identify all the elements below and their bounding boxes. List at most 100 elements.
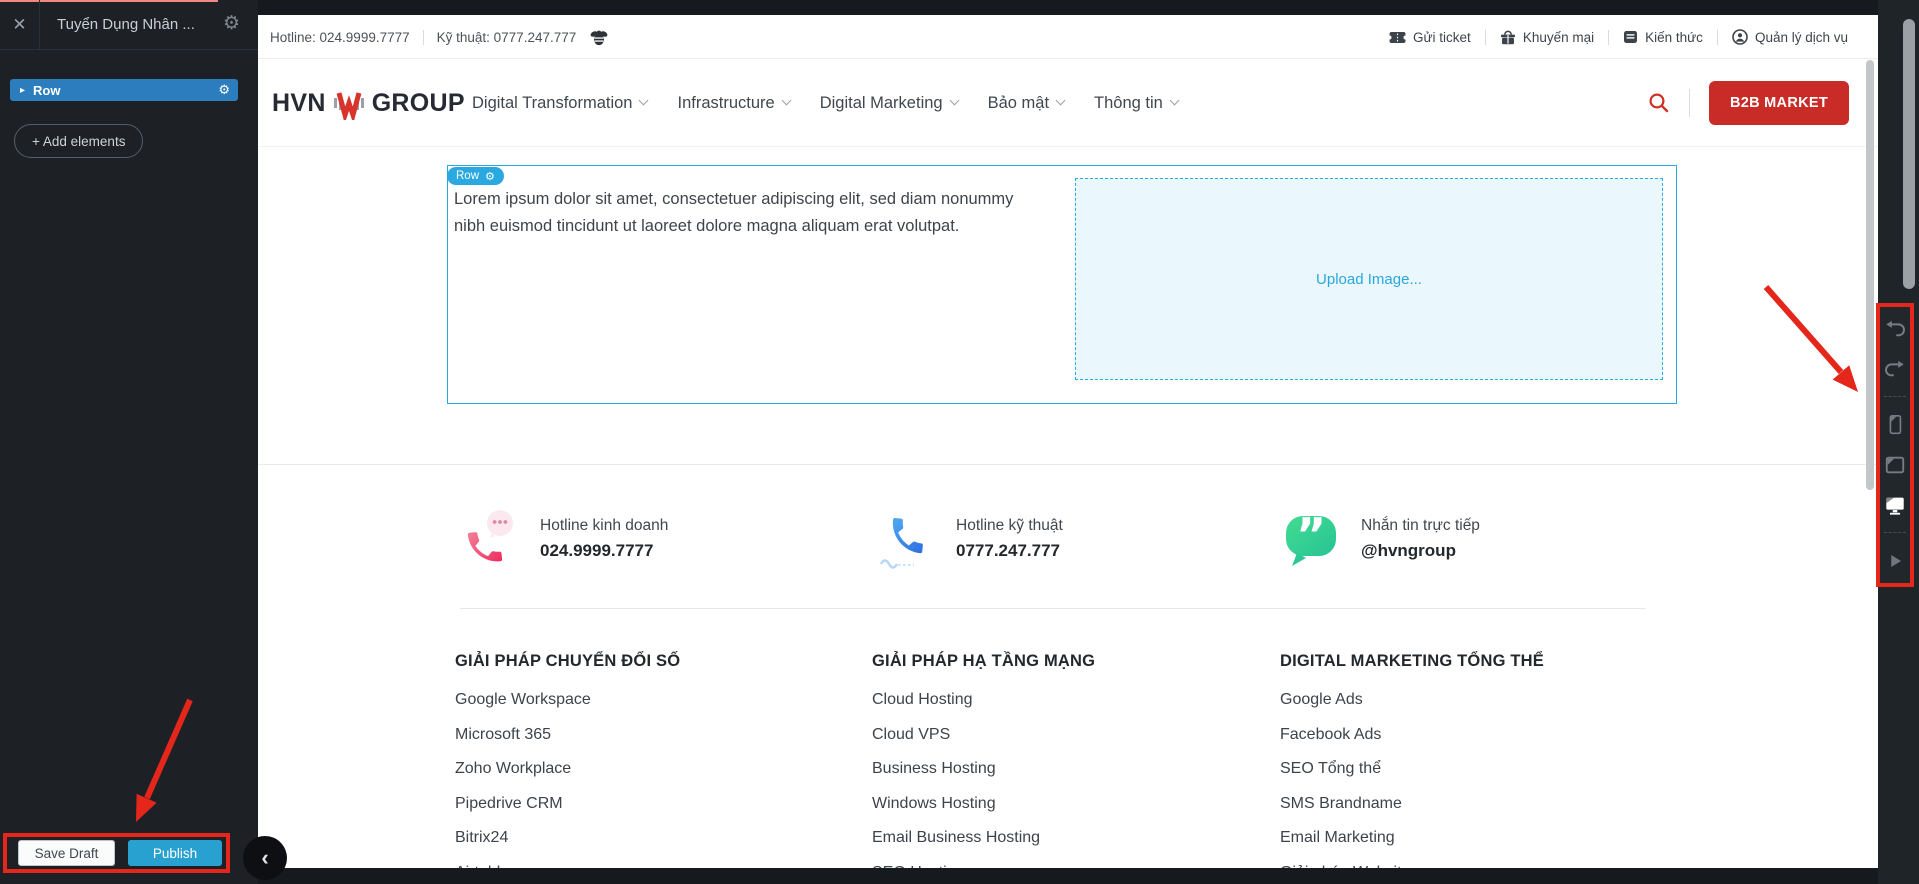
menu-label: Bảo mật xyxy=(987,93,1050,112)
footer-link[interactable]: Microsoft 365 xyxy=(455,726,680,761)
logo-text-group: GROUP xyxy=(371,88,465,117)
chevron-down-icon xyxy=(1169,95,1180,106)
contact-hotline-technical[interactable]: Hotline kỹ thuật 0777.247.777 xyxy=(878,508,1063,572)
builder-sidebar: ✕ Tuyển Dụng Nhân ... ⚙ ▸ Row ⚙ + Add el… xyxy=(0,0,258,884)
close-icon[interactable]: ✕ xyxy=(0,0,40,50)
contact-value: 024.9999.7777 xyxy=(540,541,654,560)
add-elements-button[interactable]: + Add elements xyxy=(14,124,144,158)
link-label: Khuyến mại xyxy=(1522,29,1595,45)
upload-image-label: Upload Image... xyxy=(1316,270,1422,288)
footer-link[interactable]: Windows Hosting xyxy=(872,795,1095,830)
window-scrollbar-thumb[interactable] xyxy=(1903,19,1915,289)
footer-link[interactable]: Email Business Hosting xyxy=(872,829,1095,864)
main-menu: Digital Transformation Infrastructure Di… xyxy=(472,59,1180,147)
chat-quote-green-icon: ” xyxy=(1283,508,1339,572)
contact-label: Nhắn tin trực tiếp xyxy=(1361,517,1480,534)
gift-icon xyxy=(1500,30,1516,45)
toolbar-divider xyxy=(1884,396,1906,398)
site-page: Hotline: 024.9999.7777 Kỹ thuật: 0777.24… xyxy=(258,15,1878,868)
link-send-ticket[interactable]: Gửi ticket xyxy=(1389,30,1471,45)
footer-column-title: DIGITAL MARKETING TỔNG THỂ xyxy=(1280,652,1544,670)
footer-link[interactable]: Zoho Workplace xyxy=(455,760,680,795)
footer-link[interactable]: Business Hosting xyxy=(872,760,1095,795)
menu-label: Digital Transformation xyxy=(472,93,633,112)
divider xyxy=(1484,29,1486,45)
caret-right-icon[interactable]: ▸ xyxy=(20,85,25,96)
footer-link[interactable]: Google Workspace xyxy=(455,691,680,726)
footer-link[interactable]: SMS Brandname xyxy=(1280,795,1544,830)
toolbar-divider xyxy=(1884,532,1906,534)
link-knowledge[interactable]: Kiến thức xyxy=(1623,30,1703,45)
footer-column-digital-marketing: DIGITAL MARKETING TỔNG THỂ Google Ads Fa… xyxy=(1280,652,1544,868)
menu-item-digital-marketing[interactable]: Digital Marketing xyxy=(819,93,960,113)
builder-row-element[interactable]: Row ⚙ Lorem ipsum dolor sit amet, consec… xyxy=(447,165,1677,404)
publish-label: Publish xyxy=(152,845,198,861)
footer-link[interactable]: Cloud Hosting xyxy=(872,691,1095,726)
bee-icon xyxy=(589,29,609,46)
footer-link[interactable]: SEO Tổng thể xyxy=(1280,760,1544,795)
site-topbar: Hotline: 024.9999.7777 Kỹ thuật: 0777.24… xyxy=(258,15,1878,59)
play-preview-icon[interactable] xyxy=(1883,549,1907,573)
editor-window: ✕ Tuyển Dụng Nhân ... ⚙ ▸ Row ⚙ + Add el… xyxy=(0,0,1919,884)
footer-link[interactable]: Bitrix24 xyxy=(455,829,680,864)
footer-link[interactable]: Facebook Ads xyxy=(1280,726,1544,761)
footer-link[interactable]: Airtable xyxy=(455,864,680,868)
b2b-market-label: B2B MARKET xyxy=(1729,95,1828,111)
settings-gear-icon[interactable]: ⚙ xyxy=(223,14,240,33)
site-logo[interactable]: HVN GROUP xyxy=(272,59,465,147)
desktop-preview-icon[interactable] xyxy=(1883,493,1907,517)
sidebar-collapse-toggle[interactable]: ‹ xyxy=(243,836,287,880)
save-draft-button[interactable]: Save Draft xyxy=(18,840,115,866)
chevron-down-icon xyxy=(781,95,792,106)
chevron-left-icon: ‹ xyxy=(261,845,269,870)
menu-item-digital-transformation[interactable]: Digital Transformation xyxy=(472,93,649,113)
sidebar-header: ✕ Tuyển Dụng Nhân ... ⚙ xyxy=(0,0,258,50)
footer-column-title: GIẢI PHÁP CHUYỂN ĐỔI SỐ xyxy=(455,652,681,670)
ticket-icon xyxy=(1389,31,1407,44)
contact-hotline-sales[interactable]: Hotline kinh doanh 024.9999.7777 xyxy=(462,508,668,572)
undo-icon[interactable] xyxy=(1883,317,1907,341)
link-manage-services[interactable]: Quản lý dịch vụ xyxy=(1732,29,1848,45)
footer-column-title: GIẢI PHÁP HẠ TẦNG MẠNG xyxy=(872,652,1096,670)
divider xyxy=(422,29,424,45)
menu-item-bao-mat[interactable]: Bảo mật xyxy=(987,93,1066,113)
footer-link[interactable]: Giải pháp Website xyxy=(1280,864,1544,868)
search-icon[interactable] xyxy=(1648,92,1670,114)
sidebar-item-row[interactable]: ▸ Row ⚙ xyxy=(10,79,238,101)
row-badge-gear-icon[interactable]: ⚙ xyxy=(485,170,495,183)
phone-blue-icon xyxy=(878,508,934,572)
row-gear-icon[interactable]: ⚙ xyxy=(218,82,230,98)
site-navbar: HVN GROUP Digital Transformation Infrast… xyxy=(258,59,1878,147)
footer-link[interactable]: SEO Hosting xyxy=(872,864,1095,868)
row-element-badge[interactable]: Row ⚙ xyxy=(447,167,504,185)
mobile-preview-icon[interactable] xyxy=(1883,413,1907,437)
menu-item-thong-tin[interactable]: Thông tin xyxy=(1094,94,1180,113)
menu-label: Infrastructure xyxy=(677,93,775,112)
navbar-right: B2B MARKET xyxy=(1648,59,1849,147)
divider xyxy=(1688,89,1690,117)
upload-image-dropzone[interactable]: Upload Image... xyxy=(1075,178,1663,380)
menu-label: Digital Marketing xyxy=(819,93,943,112)
link-promotions[interactable]: Khuyến mại xyxy=(1500,30,1594,45)
topbar-links: Gửi ticket Khuyến mại Kiến thức Quản lý … xyxy=(1389,15,1848,59)
contact-value: @hvngroup xyxy=(1361,541,1456,560)
technical-text: Kỹ thuật: 0777.247.777 xyxy=(436,29,577,45)
tablet-preview-icon[interactable] xyxy=(1883,453,1907,477)
footer-link[interactable]: Pipedrive CRM xyxy=(455,795,680,830)
book-icon xyxy=(1623,30,1638,44)
phone-chat-pink-icon xyxy=(462,508,518,572)
footer-link[interactable]: Cloud VPS xyxy=(872,726,1095,761)
logo-text-hvn: HVN xyxy=(272,88,326,117)
link-label: Kiến thức xyxy=(1645,29,1703,45)
hotline-text: Hotline: 024.9999.7777 xyxy=(270,29,410,45)
redo-icon[interactable] xyxy=(1883,357,1907,381)
publish-annotation-box: Save Draft Publish xyxy=(3,833,230,873)
row-paragraph[interactable]: Lorem ipsum dolor sit amet, consectetuer… xyxy=(454,186,1044,240)
b2b-market-button[interactable]: B2B MARKET xyxy=(1708,81,1849,125)
footer-link[interactable]: Google Ads xyxy=(1280,691,1544,726)
publish-button[interactable]: Publish xyxy=(128,840,222,866)
footer-link[interactable]: Email Marketing xyxy=(1280,829,1544,864)
contact-direct-message[interactable]: ” Nhắn tin trực tiếp @hvngroup xyxy=(1283,508,1480,572)
menu-item-infrastructure[interactable]: Infrastructure xyxy=(677,93,792,113)
preview-scrollbar-thumb[interactable] xyxy=(1866,60,1874,490)
